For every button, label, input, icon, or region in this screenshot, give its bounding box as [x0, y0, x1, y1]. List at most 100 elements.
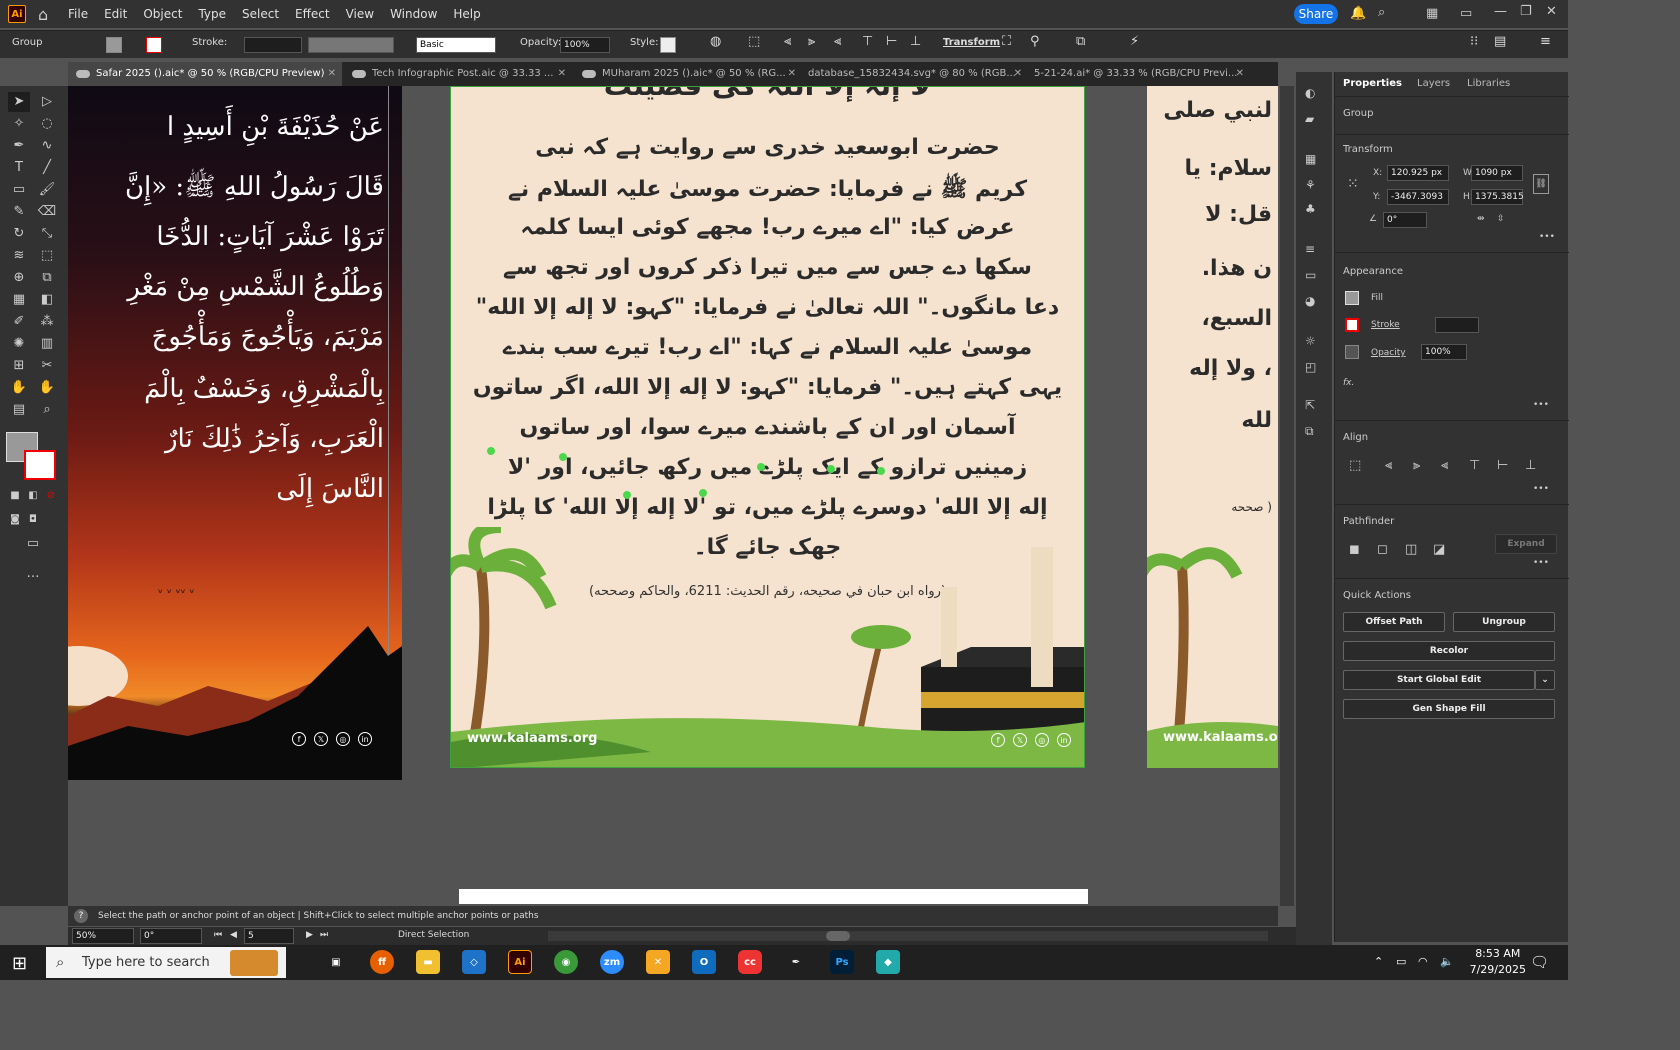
recolor-button[interactable]: Recolor	[1343, 641, 1555, 661]
lasso-icon[interactable]: ◌	[36, 114, 58, 134]
anchor-point[interactable]	[877, 467, 885, 475]
tab-tech-infographic[interactable]: Tech Infographic Post.aic @ 33.33 ... ✕	[344, 62, 572, 86]
variable-width-profile[interactable]	[308, 37, 394, 53]
style-swatch[interactable]	[660, 37, 676, 53]
exclude-icon[interactable]: ◪	[1433, 542, 1445, 557]
x-field[interactable]: 120.925 px	[1387, 165, 1449, 181]
more-tools-icon[interactable]: …	[22, 564, 44, 584]
vscode-icon[interactable]: ◇	[462, 950, 486, 974]
tab-properties[interactable]: Properties	[1343, 72, 1402, 96]
shaper-icon[interactable]: ✎	[8, 202, 30, 222]
gradient-panel-icon[interactable]: ▭	[1305, 268, 1323, 282]
fill-swatch[interactable]	[106, 37, 122, 53]
firefox-icon[interactable]: ff	[370, 950, 394, 974]
tab-libraries[interactable]: Libraries	[1467, 72, 1510, 96]
unite-icon[interactable]: ◼	[1349, 542, 1360, 557]
properties-toggle-icon[interactable]: ▤	[1494, 34, 1506, 49]
close-tab-icon[interactable]: ✕	[788, 62, 796, 86]
scale-icon[interactable]: ⤡	[36, 224, 58, 244]
brush-definition[interactable]: Basic	[416, 37, 496, 53]
pen-app-icon[interactable]: ✒	[784, 950, 808, 974]
menu-help[interactable]: Help	[445, 0, 488, 28]
home-icon[interactable]: ⌂	[38, 5, 60, 24]
artboards-panel-icon[interactable]: ⧉	[1305, 424, 1323, 438]
y-field[interactable]: -3467.3093	[1387, 189, 1449, 205]
chevron-down-icon[interactable]: ⌄	[1535, 670, 1555, 690]
artboard-urdu-post[interactable]: لا إلٰہ إلا اللہ کی فضیلت حضرت ابوسعید خ…	[450, 86, 1085, 768]
rotate-icon[interactable]: ↻	[8, 224, 30, 244]
graph-icon[interactable]: ▤	[8, 400, 30, 420]
outlook-icon[interactable]: O	[692, 950, 716, 974]
windows-start-icon[interactable]: ⊞	[12, 953, 27, 974]
anchor-point[interactable]	[487, 447, 495, 455]
fill-swatch[interactable]	[1345, 291, 1359, 305]
more-options-icon[interactable]: •••	[1539, 232, 1555, 242]
align-bottom-icon[interactable]: ⊥	[1525, 458, 1536, 473]
help-icon[interactable]: ?	[74, 909, 88, 923]
symbols-icon[interactable]: ♣	[1305, 202, 1323, 216]
anchor-point[interactable]	[757, 463, 765, 471]
align-center-icon[interactable]: ⫸	[1413, 458, 1420, 473]
export-icon[interactable]: ⇱	[1305, 398, 1323, 412]
transparency-icon[interactable]: ◕	[1305, 294, 1323, 308]
intersect-icon[interactable]: ◫	[1405, 542, 1417, 557]
appearance-panel-icon[interactable]: ☼	[1305, 334, 1323, 348]
draw-behind-icon[interactable]: ◘	[22, 510, 44, 530]
taskbar-search[interactable]: ⌕ Type here to search	[46, 947, 286, 978]
anchor-point[interactable]	[559, 453, 567, 461]
direct-selection-tool-icon[interactable]: ▷	[36, 92, 58, 112]
panel-arrange-icon[interactable]: ⁝⁝	[1470, 34, 1478, 49]
app-icon[interactable]: ◆	[876, 950, 900, 974]
share-button[interactable]: Share	[1294, 4, 1338, 24]
horizontal-scrollbar[interactable]	[548, 931, 1268, 941]
search-icon[interactable]: ⌕	[1378, 5, 1385, 20]
menu-window[interactable]: Window	[382, 0, 445, 28]
mesh-icon[interactable]: ▦	[8, 290, 30, 310]
notification-icon[interactable]: 🗨	[1530, 953, 1549, 971]
minimize-icon[interactable]: —	[1494, 4, 1507, 19]
eraser-icon[interactable]: ⌫	[36, 202, 58, 222]
menu-effect[interactable]: Effect	[287, 0, 338, 28]
canvas[interactable]: عَنْ حُذَيْفَةَ بْنِ أَسِيدٍ ا قَالَ رَس…	[68, 86, 1278, 904]
stroke-color-box[interactable]	[24, 450, 56, 480]
first-artboard-icon[interactable]: ⏮	[214, 930, 222, 940]
close-tab-icon[interactable]: ✕	[328, 62, 336, 86]
zoom-field[interactable]: 50%	[72, 928, 134, 944]
chevron-up-icon[interactable]: ⌃	[1374, 955, 1383, 968]
more-options-icon[interactable]: •••	[1533, 400, 1549, 410]
ungroup-button[interactable]: Ungroup	[1453, 612, 1555, 632]
stroke-swatch[interactable]	[1345, 318, 1359, 332]
tab-muharam[interactable]: MUharam 2025 ().aic* @ 50 % (RG... ✕	[574, 62, 802, 86]
stroke-weight-field[interactable]	[1435, 317, 1479, 333]
stroke-weight-field[interactable]	[244, 37, 302, 53]
minus-front-icon[interactable]: ◻	[1377, 542, 1388, 557]
envelope-icon[interactable]: ⧉	[1076, 34, 1085, 49]
opacity-label[interactable]: Opacity	[1371, 348, 1406, 358]
more-options-icon[interactable]: •••	[1533, 484, 1549, 494]
network-icon[interactable]: ▭	[1396, 955, 1406, 968]
volume-icon[interactable]: 🔈	[1440, 955, 1454, 968]
restore-icon[interactable]: ❐	[1520, 4, 1532, 19]
artboard-icon[interactable]: ⊞	[8, 356, 30, 376]
vertical-scrollbar[interactable]	[1280, 86, 1294, 906]
align-to-icon[interactable]: ⬚	[1349, 458, 1361, 473]
paintbrush-icon[interactable]: 🖌	[36, 180, 58, 200]
curvature-icon[interactable]: ∿	[36, 136, 58, 156]
slice-icon[interactable]: ✂	[36, 356, 58, 376]
opacity-field[interactable]: 100%	[560, 37, 610, 53]
blend-icon[interactable]: ⁂	[36, 312, 58, 332]
system-clock[interactable]: 8:53 AM 7/29/2025	[1470, 946, 1526, 978]
stroke-panel-icon[interactable]: ≡	[1305, 242, 1323, 256]
workspace-icon[interactable]: ▭	[1460, 6, 1472, 21]
align-left-icon[interactable]: ⫷	[1385, 458, 1392, 473]
align-bottom-icon[interactable]: ⊥	[910, 34, 921, 49]
brushes-icon[interactable]: ⚘	[1305, 178, 1323, 192]
menu-edit[interactable]: Edit	[96, 0, 135, 28]
menu-select[interactable]: Select	[234, 0, 287, 28]
close-tab-icon[interactable]: ✕	[1014, 62, 1022, 86]
artboard-safar[interactable]: عَنْ حُذَيْفَةَ بْنِ أَسِيدٍ ا قَالَ رَس…	[68, 86, 402, 780]
flip-horizontal-icon[interactable]: ⇹	[1477, 214, 1485, 224]
rotation-field[interactable]: 0°	[1383, 212, 1427, 228]
selection-tool-icon[interactable]: ➤	[8, 92, 30, 112]
expand-button[interactable]: Expand	[1495, 534, 1557, 554]
